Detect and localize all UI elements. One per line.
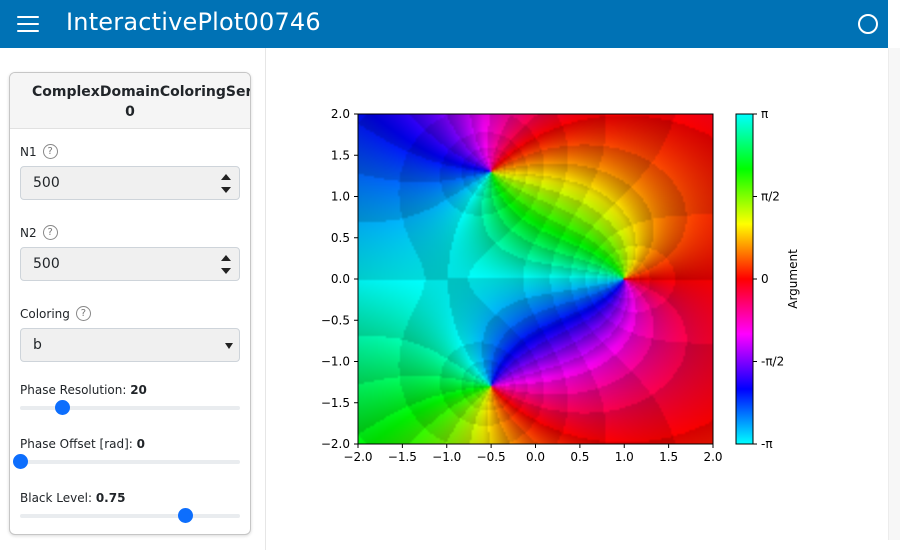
phase-offset-label-text: Phase Offset [rad]:: [20, 437, 137, 451]
y-tick-label: 0.0: [331, 272, 350, 286]
x-tick-label: −0.5: [477, 450, 506, 464]
phase-offset-slider[interactable]: [13, 454, 240, 469]
black-level-value: 0.75: [95, 491, 126, 505]
app-title: InteractivePlot00746: [66, 8, 321, 36]
x-tick-label: 0.0: [526, 450, 545, 464]
n2-label: N2: [20, 225, 37, 240]
phase-offset-value: 0: [136, 437, 145, 451]
card-title: ComplexDomainColoringSerie: [32, 84, 251, 100]
phase-resolution-value: 20: [130, 383, 147, 397]
x-tick-label: −1.0: [432, 450, 461, 464]
n1-label-row: N1 ?: [20, 144, 58, 159]
x-tick-label: 0.5: [570, 450, 589, 464]
x-tick-label: −2.0: [343, 450, 372, 464]
coloring-select[interactable]: b: [20, 328, 240, 362]
x-tick-label: −1.5: [388, 450, 417, 464]
colorbar-tick-label: -π: [761, 437, 773, 451]
n1-label: N1: [20, 144, 37, 159]
n1-spinner[interactable]: [221, 171, 231, 195]
y-tick-label: 1.5: [331, 148, 350, 162]
y-tick-label: 1.0: [331, 190, 350, 204]
spin-up-icon[interactable]: [221, 255, 231, 261]
busy-indicator-icon: [858, 14, 878, 34]
y-tick-label: 0.5: [331, 231, 350, 245]
colorbar: [735, 113, 754, 445]
colorbar-tick-label: -π/2: [761, 355, 784, 369]
phase-resolution-slider[interactable]: [20, 400, 240, 415]
colorbar-label: Argument: [786, 249, 800, 309]
y-tick-label: 2.0: [331, 107, 350, 121]
n2-input[interactable]: 500: [20, 247, 240, 281]
card-title-index: 0: [125, 104, 135, 120]
colorbar-tick-label: π: [761, 107, 768, 121]
n1-value: 500: [33, 175, 60, 191]
phase-resolution-slider-thumb[interactable]: [54, 400, 70, 415]
help-icon[interactable]: ?: [75, 306, 91, 321]
x-tick-label: 1.5: [659, 450, 678, 464]
x-tick-label: 2.0: [703, 450, 722, 464]
coloring-value: b: [33, 337, 42, 353]
n2-label-row: N2 ?: [20, 225, 58, 240]
help-icon[interactable]: ?: [42, 225, 58, 240]
top-app-bar: InteractivePlot00746: [0, 0, 888, 48]
x-tick-label: 1.0: [615, 450, 634, 464]
card-header: ComplexDomainColoringSerie 0: [10, 73, 250, 129]
domain-coloring-plot[interactable]: −2.0 −1.5 −1.0 −0.5 0.0 0.5 1.0 1.5 2.0 2.0 1.5 1.0…: [300, 100, 830, 480]
sidebar-divider: [265, 48, 266, 550]
spin-down-icon[interactable]: [221, 187, 231, 193]
black-level-slider-thumb[interactable]: [178, 508, 193, 523]
phase-resolution-label: Phase Resolution: 20: [20, 383, 147, 397]
parameter-card: ComplexDomainColoringSerie 0 N1 ? 500 N2…: [9, 72, 251, 535]
y-tick-label: −1.0: [321, 355, 350, 369]
domain-coloring-image: [358, 114, 713, 444]
phase-offset-slider-thumb[interactable]: [13, 454, 28, 469]
colorbar-tick-label: 0: [761, 272, 769, 286]
y-tick-label: −2.0: [321, 437, 350, 451]
n2-value: 500: [33, 256, 60, 272]
coloring-label: Coloring: [20, 306, 70, 321]
black-level-label-text: Black Level:: [20, 491, 96, 505]
chevron-down-icon: [225, 343, 233, 349]
black-level-slider[interactable]: [20, 508, 240, 523]
y-tick-label: −0.5: [321, 313, 350, 327]
phase-resolution-label-text: Phase Resolution:: [20, 383, 131, 397]
n2-spinner[interactable]: [221, 252, 231, 276]
y-tick-label: −1.5: [321, 396, 350, 410]
black-level-label: Black Level: 0.75: [20, 491, 125, 505]
scrollbar-track[interactable]: [888, 48, 900, 540]
n1-input[interactable]: 500: [20, 166, 240, 200]
spin-down-icon[interactable]: [221, 268, 231, 274]
help-icon[interactable]: ?: [42, 144, 58, 159]
phase-offset-label: Phase Offset [rad]: 0: [20, 437, 145, 451]
spin-up-icon[interactable]: [221, 174, 231, 180]
colorbar-tick-label: π/2: [761, 190, 780, 204]
hamburger-menu-icon[interactable]: [17, 15, 39, 33]
coloring-label-row: Coloring ?: [20, 306, 91, 321]
